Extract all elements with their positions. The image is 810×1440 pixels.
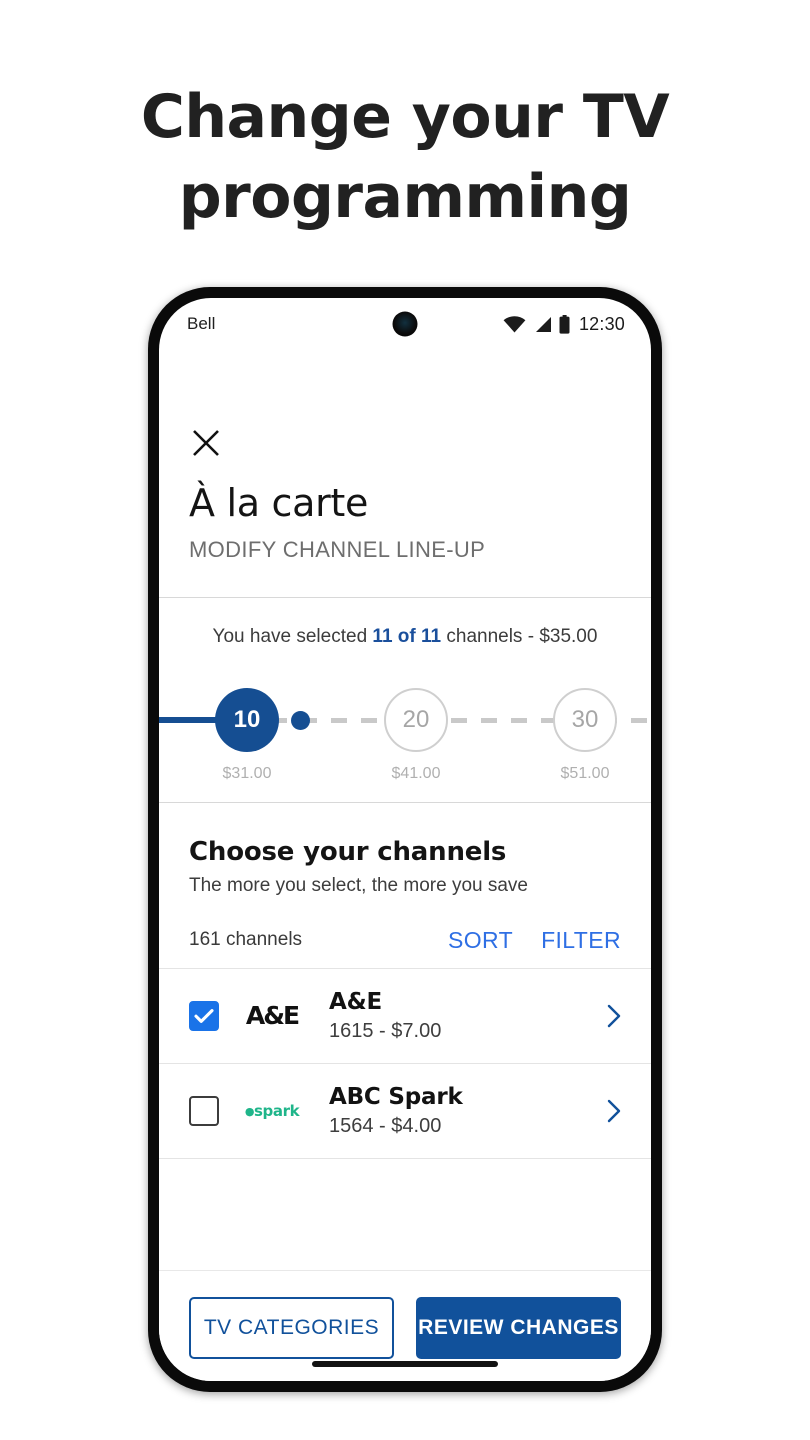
channel-name: ABC Spark [329, 1083, 463, 1110]
page-subtitle: MODIFY CHANNEL LINE-UP [189, 536, 486, 562]
channel-count-stepper[interactable]: 10 20 30 $31.00 $41.00 $51.00 [159, 670, 651, 802]
summary-prefix: You have selected [212, 625, 373, 647]
list-actions: SORT FILTER [448, 927, 621, 954]
choose-channels-title: Choose your channels [189, 836, 507, 867]
channel-meta: 1564 - $4.00 [329, 1114, 442, 1137]
headline-line-2: programming [178, 161, 632, 232]
stepper-node-20[interactable]: 20 [384, 687, 448, 752]
phone-frame: Bell 12:30 À la carte MODIFY CHANNEL LIN… [148, 287, 662, 1392]
choose-channels-subtitle: The more you select, the more you save [189, 874, 528, 896]
phone-screen: Bell 12:30 À la carte MODIFY CHANNEL LIN… [159, 298, 651, 1381]
signal-icon [533, 316, 552, 333]
stepper-handle-dot[interactable] [291, 710, 310, 730]
channel-row-abc-spark[interactable]: ●spark ABC Spark 1564 - $4.00 [159, 1063, 651, 1158]
filter-button[interactable]: FILTER [541, 927, 621, 954]
stepper-price-10: $31.00 [222, 764, 272, 782]
stepper-node-label: 30 [571, 705, 599, 733]
summary-count: 11 of 11 [372, 625, 442, 647]
clock-label: 12:30 [578, 313, 625, 334]
stepper-node-10[interactable]: 10 [215, 687, 279, 752]
channel-row-partial[interactable] [159, 1158, 651, 1185]
abc-spark-logo-text: ●spark [244, 1101, 300, 1120]
stepper-node-label: 20 [402, 705, 430, 733]
sort-button[interactable]: SORT [448, 927, 513, 954]
channel-count-label: 161 channels [189, 929, 303, 951]
channel-checkbox-abc-spark[interactable] [189, 1095, 219, 1126]
stepper-price-20: $41.00 [391, 764, 441, 782]
stepper-node-label: 10 [233, 705, 261, 733]
selection-summary: You have selected 11 of 11 channels - $3… [159, 626, 651, 648]
channel-list-toolbar: 161 channels SORT FILTER [189, 927, 621, 968]
status-icons: 12:30 [503, 314, 625, 335]
chevron-right-icon[interactable] [607, 1004, 621, 1028]
close-icon[interactable] [189, 426, 223, 460]
channel-checkbox-ae[interactable] [189, 1000, 219, 1031]
carrier-label: Bell [187, 314, 216, 333]
marketing-headline: Change your TV programming [0, 0, 810, 238]
ae-logo: A&E [233, 1001, 311, 1030]
screen-header: À la carte MODIFY CHANNEL LINE-UP [159, 350, 651, 597]
channel-name: A&E [329, 988, 382, 1015]
stepper-price-30: $51.00 [560, 764, 610, 782]
channel-meta: 1615 - $7.00 [329, 1019, 442, 1042]
page-title: À la carte [189, 481, 369, 525]
review-changes-button[interactable]: REVIEW CHANGES [416, 1297, 621, 1359]
summary-suffix: channels - $35.00 [441, 625, 598, 647]
front-camera-punch-hole-icon [392, 311, 418, 337]
ae-logo-text: A&E [245, 1001, 300, 1031]
abc-spark-logo: ●spark [233, 1102, 311, 1120]
stepper-node-30[interactable]: 30 [553, 687, 617, 752]
app-content: À la carte MODIFY CHANNEL LINE-UP You ha… [159, 350, 651, 1381]
channel-info: ABC Spark 1564 - $4.00 [329, 1084, 597, 1138]
battery-icon [559, 314, 570, 334]
selection-summary-block: You have selected 11 of 11 channels - $3… [159, 598, 651, 802]
gesture-bar[interactable] [312, 1361, 498, 1367]
choose-channels-section: Choose your channels The more you select… [159, 803, 651, 968]
status-bar: Bell 12:30 [159, 298, 651, 350]
channel-row-ae[interactable]: A&E A&E 1615 - $7.00 [159, 968, 651, 1063]
chevron-right-icon[interactable] [607, 1099, 621, 1123]
channel-info: A&E 1615 - $7.00 [329, 989, 597, 1043]
tv-categories-button[interactable]: TV CATEGORIES [189, 1297, 394, 1359]
wifi-icon [503, 315, 526, 333]
headline-line-1: Change your TV [140, 82, 670, 152]
